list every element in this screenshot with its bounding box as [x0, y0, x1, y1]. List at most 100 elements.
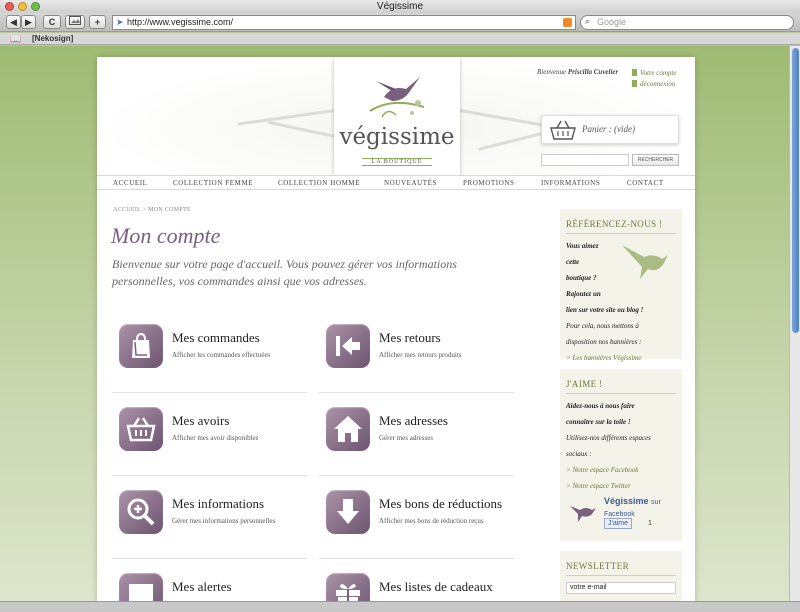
site-logo[interactable]: végissime LA BOUTIQUE [334, 57, 460, 175]
banners-link[interactable]: > Les bannières Végissime [566, 350, 676, 366]
return-arrow-icon [326, 324, 370, 368]
tile-desc: Afficher mes bons de réduction reçus [379, 517, 484, 525]
speech-bubble-icon [119, 573, 163, 601]
gift-icon [326, 573, 370, 601]
nav-item-collection-homme[interactable]: COLLECTION HOMME [278, 176, 360, 190]
sidebar-refer-heading: RÉFÉRENCEZ-NOUS ! [566, 209, 676, 234]
refer-line: lien sur votre site ou blog ! [566, 306, 644, 314]
minimize-window-button[interactable] [18, 2, 27, 11]
sidebar-like-box: J'AIME ! Aidez-nous à nous faire connaît… [560, 369, 682, 541]
shop-search-input[interactable] [541, 154, 629, 166]
reload-button[interactable]: C [43, 15, 61, 29]
tile-desc: Gérer mes adresses [379, 434, 434, 442]
forward-button[interactable]: ▶ [21, 15, 36, 29]
bookmark-item[interactable]: [Nekosign] [32, 33, 73, 45]
account-links: Votre compte déconnexion [632, 68, 676, 90]
tile-mes-informations[interactable]: Mes informations Gérer mes informations … [112, 489, 307, 559]
shopping-bag-icon [119, 324, 163, 368]
nav-item-informations[interactable]: INFORMATIONS [541, 176, 600, 190]
newsletter-email-input[interactable]: votre e-mail [566, 582, 676, 594]
bookmarks-book-icon[interactable]: 📖 [10, 33, 21, 45]
logout-link[interactable]: déconnexion [640, 80, 675, 88]
refer-line: Rajoutez un [566, 290, 601, 298]
page-scrollbar[interactable] [789, 46, 800, 601]
zoom-window-button[interactable] [31, 2, 40, 11]
like-line: connaître sur la toile ! [566, 418, 631, 426]
intro-text: Bienvenue sur votre page d'accueil. Vous… [112, 257, 457, 288]
welcome-prefix: Bienvenue [537, 68, 567, 76]
tile-mes-retours[interactable]: Mes retours Afficher mes retours produit… [319, 323, 514, 393]
brand-name: végissime [339, 124, 455, 150]
tile-desc: Gérer mes informations personnelles [172, 517, 276, 525]
back-button[interactable]: ◀ [6, 15, 21, 29]
header: végissime LA BOUTIQUE Bienvenue Priscill… [97, 57, 695, 175]
sidebar-refer-box: RÉFÉRENCEZ-NOUS ! Vous aimez cette bouti… [560, 209, 682, 362]
account-link[interactable]: Votre compte [640, 69, 676, 77]
vegissime-mini-logo-icon [570, 506, 596, 522]
breadcrumb[interactable]: ACCUEIL > MON COMPTE [113, 207, 191, 213]
like-line: Aidez-nous à nous faire [566, 402, 635, 410]
tile-desc: Afficher les commandes effectuées [172, 351, 271, 359]
search-button[interactable]: RECHERCHER [632, 154, 679, 166]
page-title: Mon compte [111, 223, 221, 248]
facebook-page-name[interactable]: Végissime sur Facebook [604, 496, 676, 520]
sidebar-like-heading: J'AIME ! [566, 369, 676, 394]
site-arrow-icon: ➤ [116, 17, 124, 27]
facebook-like-button[interactable]: J'aime [604, 518, 633, 529]
welcome-text: Bienvenue Priscilla Cuvelier [537, 68, 618, 76]
nav-item-contact[interactable]: CONTACT [627, 176, 664, 190]
hummingbird-icon [622, 245, 668, 279]
nav-item-nouveautes[interactable]: NOUVEAUTÉS [384, 176, 437, 190]
add-bookmark-button[interactable]: + [89, 15, 106, 29]
decor-branch [237, 107, 347, 126]
facebook-link[interactable]: > Notre espace Facebook [566, 462, 676, 478]
status-bar [0, 601, 800, 612]
basket-icon [119, 407, 163, 451]
tile-title: Mes retours [379, 330, 441, 345]
window-title: Végissime [376, 1, 424, 12]
url-text: http://www.vegissime.com/ [127, 17, 234, 27]
logout-icon [632, 80, 637, 87]
address-bar[interactable]: ➤ http://www.vegissime.com/ [112, 15, 576, 30]
tile-title: Mes avoirs [172, 413, 230, 428]
twitter-link[interactable]: > Notre espace Twitter [566, 478, 676, 494]
tile-mes-bons-de-reductions[interactable]: Mes bons de réductions Afficher mes bons… [319, 489, 514, 559]
window-controls [5, 2, 40, 11]
screenshot-button[interactable] [65, 15, 85, 29]
sidebar-like-body: Aidez-nous à nous faire connaître sur la… [560, 394, 682, 538]
image-icon [69, 16, 81, 25]
nav-item-accueil[interactable]: ACCUEIL [113, 176, 148, 190]
search-icon: ⌕ [585, 16, 591, 26]
newsletter-heading: NEWSLETTER [566, 551, 676, 576]
tile-mes-alertes[interactable]: Mes alertes [112, 572, 307, 601]
account-icon [632, 69, 637, 76]
cart-box[interactable]: Panier : (vide) [541, 115, 679, 144]
tile-mes-commandes[interactable]: Mes commandes Afficher les commandes eff… [112, 323, 307, 393]
refer-line: disposition nos bannières : [566, 338, 642, 346]
nav-item-collection-femme[interactable]: COLLECTION FEMME [173, 176, 253, 190]
tile-mes-adresses[interactable]: Mes adresses Gérer mes adresses [319, 406, 514, 476]
like-line: sociaux : [566, 450, 592, 458]
tile-title: Mes listes de cadeaux [379, 579, 493, 594]
window-titlebar: Végissime [0, 0, 800, 13]
tile-title: Mes bons de réductions [379, 496, 503, 511]
tile-title: Mes commandes [172, 330, 260, 345]
tile-title: Mes informations [172, 496, 265, 511]
like-count: 1 [648, 520, 652, 527]
page-viewport: végissime LA BOUTIQUE Bienvenue Priscill… [0, 46, 789, 601]
nav-item-promotions[interactable]: PROMOTIONS [463, 176, 515, 190]
facebook-widget: Végissime sur Facebook J'aime 1 [566, 494, 676, 534]
rss-icon[interactable] [563, 18, 572, 27]
like-line: Utilisez-nos différents espaces [566, 434, 651, 442]
scrollbar-thumb[interactable] [792, 48, 799, 333]
tile-title: Mes adresses [379, 413, 448, 428]
hummingbird-logo-icon [369, 77, 425, 118]
cart-label: Panier : (vide) [582, 124, 635, 134]
down-arrow-icon [326, 490, 370, 534]
search-placeholder: Google [597, 17, 627, 27]
close-window-button[interactable] [5, 2, 14, 11]
tile-mes-avoirs[interactable]: Mes avoirs Afficher mes avoir disponible… [112, 406, 307, 476]
search-field[interactable]: ⌕ Google [580, 15, 794, 30]
tile-mes-listes-de-cadeaux[interactable]: Mes listes de cadeaux [319, 572, 514, 601]
tile-title: Mes alertes [172, 579, 232, 594]
